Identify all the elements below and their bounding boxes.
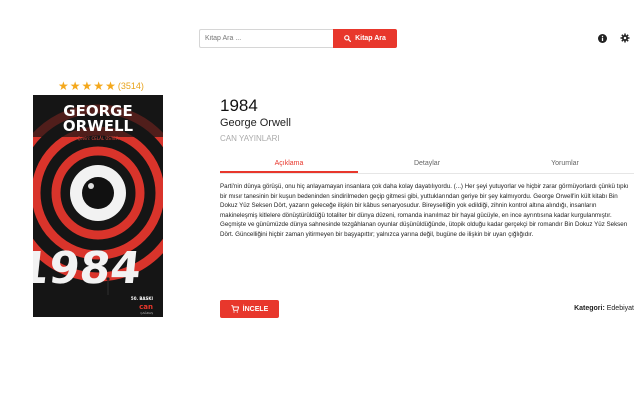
inspect-button[interactable]: İNCELE	[220, 300, 279, 318]
star-icon: ★	[105, 79, 116, 93]
tab-description[interactable]: Açıklama	[220, 155, 358, 173]
category-label: Kategori:	[574, 305, 605, 312]
search-bar: Kitap Ara	[199, 29, 397, 48]
star-icon: ★	[58, 79, 69, 93]
book-author[interactable]: George Orwell	[220, 117, 291, 129]
gear-icon[interactable]	[619, 32, 631, 44]
star-icon: ★	[81, 79, 93, 93]
info-icon[interactable]	[596, 32, 608, 44]
cover-translator: Çeviri: CELÂL ÜSTER	[77, 136, 118, 141]
rating-count: (3514)	[117, 81, 144, 91]
cover-author-line2: ORWELL	[63, 117, 134, 135]
book-title: 1984	[220, 96, 258, 115]
cover-big-title: 1984	[33, 243, 144, 294]
cover-publisher-logo: can	[139, 303, 153, 311]
star-icon: ★	[69, 79, 81, 93]
category-value[interactable]: Edebiyat	[607, 305, 634, 312]
cover-edition: 50. BASKI	[131, 296, 154, 301]
search-button-label: Kitap Ara	[355, 35, 386, 42]
rating: ★ ★ ★ ★ ★ (3514)	[58, 80, 144, 92]
book-publisher[interactable]: CAN YAYINLARI	[220, 134, 280, 143]
book-description: Parti'nin dünya görüşü, onu hiç anlayama…	[220, 183, 629, 238]
tab-bar: Açıklama Detaylar Yorumlar	[220, 155, 634, 174]
tab-comments[interactable]: Yorumlar	[496, 155, 634, 173]
search-button[interactable]: Kitap Ara	[333, 29, 397, 48]
tab-details[interactable]: Detaylar	[358, 155, 496, 173]
inspect-button-label: İNCELE	[242, 305, 269, 313]
cover-series: ÇAĞDAŞ	[140, 310, 153, 315]
cart-icon	[230, 305, 239, 313]
book-cover[interactable]: GEORGE ORWELL Çeviri: CELÂL ÜSTER 1984 5…	[33, 95, 163, 317]
star-icon: ★	[93, 79, 105, 93]
category-info: Kategori: Edebiyat	[574, 305, 634, 312]
search-icon	[344, 35, 352, 42]
search-input[interactable]	[199, 29, 333, 48]
